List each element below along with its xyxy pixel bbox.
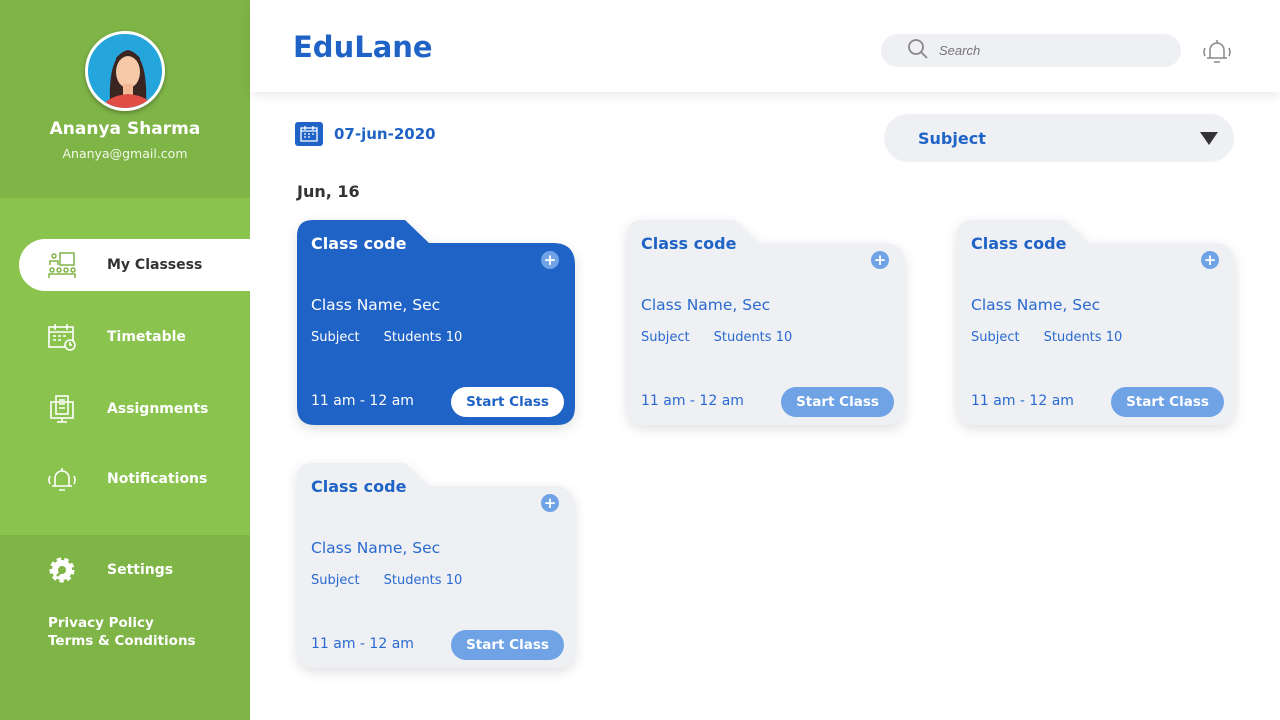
subject-dropdown-value: Subject	[918, 128, 986, 148]
sidebar-item-timetable[interactable]: Timetable	[19, 311, 250, 363]
class-card[interactable]: Class code + Class Name, Sec Subject Stud…	[297, 463, 575, 668]
class-time: 11 am - 12 am	[311, 393, 414, 409]
class-card[interactable]: Class code + Class Name, Sec Subject Stud…	[627, 220, 905, 425]
user-email: Ananya@gmail.com	[62, 146, 188, 161]
class-name: Class Name, Sec	[971, 296, 1101, 314]
add-icon[interactable]: +	[1201, 251, 1219, 269]
user-name: Ananya Sharma	[49, 119, 201, 139]
terms-link[interactable]: Terms & Conditions	[48, 632, 196, 650]
search-bar[interactable]	[881, 34, 1181, 67]
start-class-button[interactable]: Start Class	[1111, 387, 1224, 417]
privacy-policy-link[interactable]: Privacy Policy	[48, 614, 196, 632]
class-time: 11 am - 12 am	[971, 393, 1074, 409]
sidebar-item-notifications[interactable]: Notifications	[19, 453, 250, 505]
student-count: Students 10	[383, 330, 463, 345]
app-logo: EduLane	[293, 30, 433, 64]
date-picker[interactable]: 07-jun-2020	[295, 122, 436, 146]
class-time: 11 am - 12 am	[311, 636, 414, 652]
calendar-clock-icon	[47, 322, 77, 352]
class-time: 11 am - 12 am	[641, 393, 744, 409]
notification-bell-icon[interactable]	[1202, 36, 1232, 70]
sidebar-item-label: Settings	[107, 562, 174, 578]
class-subject: Subject	[311, 573, 360, 588]
avatar[interactable]	[85, 31, 165, 111]
sidebar-item-label: Timetable	[107, 329, 186, 345]
class-code: Class code	[641, 234, 737, 253]
sidebar-item-assignments[interactable]: Assignments	[19, 383, 250, 435]
class-code: Class code	[971, 234, 1067, 253]
selected-date: 07-jun-2020	[334, 125, 436, 143]
subject-dropdown[interactable]: Subject	[884, 114, 1234, 162]
bell-icon	[47, 464, 77, 494]
sidebar-item-label: Assignments	[107, 401, 209, 417]
header: EduLane	[250, 0, 1280, 92]
search-input[interactable]	[939, 43, 1159, 58]
class-name: Class Name, Sec	[641, 296, 771, 314]
class-name: Class Name, Sec	[311, 296, 441, 314]
class-card[interactable]: Class code + Class Name, Sec Subject Stud…	[957, 220, 1235, 425]
sidebar-item-label: My Classess	[107, 257, 203, 273]
caret-down-icon	[1200, 131, 1218, 145]
sidebar-item-settings[interactable]: Settings	[19, 544, 250, 596]
gear-icon	[47, 555, 77, 585]
class-subject: Subject	[971, 330, 1020, 345]
add-icon[interactable]: +	[541, 251, 559, 269]
class-name: Class Name, Sec	[311, 539, 441, 557]
day-heading: Jun, 16	[297, 182, 360, 201]
class-code: Class code	[311, 234, 407, 253]
add-icon[interactable]: +	[541, 494, 559, 512]
class-subject: Subject	[311, 330, 360, 345]
classroom-icon	[47, 250, 77, 280]
class-subject: Subject	[641, 330, 690, 345]
start-class-button[interactable]: Start Class	[451, 387, 564, 417]
sidebar-item-label: Notifications	[107, 471, 208, 487]
sidebar-item-my-classes[interactable]: My Classess	[19, 239, 250, 291]
student-count: Students 10	[1043, 330, 1123, 345]
start-class-button[interactable]: Start Class	[781, 387, 894, 417]
student-count: Students 10	[383, 573, 463, 588]
class-card[interactable]: Class code + Class Name, Sec Subject Stud…	[297, 220, 575, 425]
sidebar: Ananya Sharma Ananya@gmail.com My Classe…	[0, 0, 250, 720]
class-code: Class code	[311, 477, 407, 496]
assignment-icon	[47, 394, 77, 424]
student-count: Students 10	[713, 330, 793, 345]
search-icon	[907, 38, 929, 64]
add-icon[interactable]: +	[871, 251, 889, 269]
calendar-icon	[295, 122, 323, 146]
start-class-button[interactable]: Start Class	[451, 630, 564, 660]
